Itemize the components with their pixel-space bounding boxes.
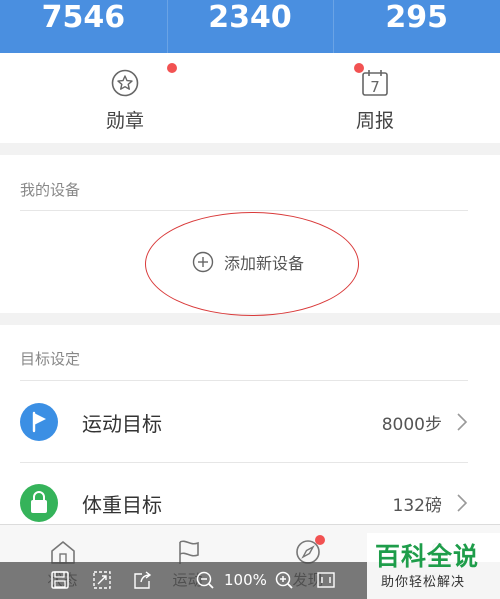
goal-settings-title: 目标设定 (20, 350, 81, 368)
calendar-7-icon: 7 (360, 68, 390, 98)
my-devices-title: 我的设备 (20, 181, 81, 199)
shortcut-row: 勋章 7 周报 (0, 53, 500, 143)
zoom-level: 100% (224, 571, 267, 589)
add-device-button[interactable]: 添加新设备 (192, 250, 304, 274)
shortcut-weekly-report[interactable]: 7 周报 (250, 53, 500, 143)
goal-settings-card: 目标设定 运动目标 8000步 体重目标 132磅 (0, 325, 500, 545)
my-devices-card: 我的设备 添加新设备 (0, 155, 500, 313)
calendar-day: 7 (370, 78, 380, 96)
weight-goal-label: 体重目标 (82, 492, 162, 517)
exercise-goal-label: 运动目标 (82, 411, 162, 436)
plus-circle-icon (192, 251, 214, 273)
exercise-goal-value: 8000步 (381, 414, 442, 435)
add-device-label: 添加新设备 (224, 254, 305, 273)
watermark-subtitle: 助你轻松解决 (381, 575, 466, 590)
share-icon[interactable] (133, 570, 153, 590)
zoom-out-icon[interactable] (195, 570, 215, 590)
medal-star-icon (110, 68, 140, 98)
shortcut-weekly-report-label: 周报 (355, 110, 394, 132)
fit-screen-icon[interactable] (92, 570, 112, 590)
stat-calories: 295 (333, 0, 500, 53)
chevron-right-icon (457, 413, 468, 431)
medal-badge-dot (167, 63, 177, 73)
shortcut-medal[interactable]: 勋章 (0, 53, 250, 143)
zoom-in-icon[interactable] (274, 570, 294, 590)
actual-size-icon[interactable] (316, 570, 336, 590)
watermark-title: 百科全说 (375, 542, 480, 571)
discover-badge-dot (315, 535, 325, 545)
exercise-goal-row[interactable]: 运动目标 8000步 (0, 381, 500, 463)
bag-icon (20, 484, 58, 522)
stats-bar: 7546 2340 295 (0, 0, 500, 53)
flag-icon (20, 403, 58, 441)
chevron-right-icon (457, 494, 468, 512)
watermark-logo: 百科全说 助你轻松解决 (367, 533, 500, 599)
weight-goal-value: 132磅 (392, 495, 442, 516)
save-icon[interactable] (50, 570, 70, 590)
stat-distance: 2340 (166, 0, 334, 53)
shortcut-medal-label: 勋章 (105, 110, 144, 132)
weekly-report-badge-dot (354, 63, 364, 73)
divider (20, 210, 468, 211)
stat-steps: 7546 (41, 0, 126, 35)
